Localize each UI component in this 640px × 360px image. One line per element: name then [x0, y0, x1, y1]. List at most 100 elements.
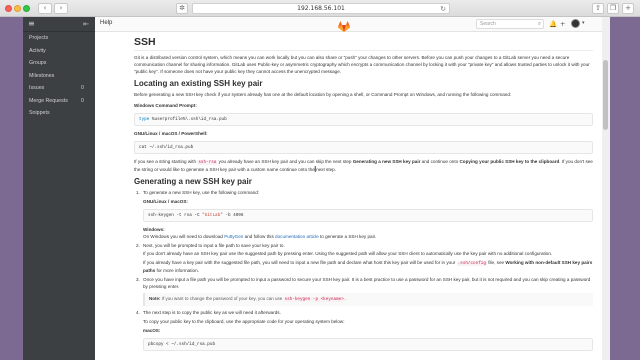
- note-callout: Note: If you want to change the password…: [143, 293, 593, 307]
- sidebar-item-groups[interactable]: Groups: [23, 57, 95, 70]
- address-bar[interactable]: 192.168.56.101 ↻: [192, 3, 450, 14]
- intro-paragraph: Git is a distributed version control sys…: [134, 55, 590, 74]
- text-run: On Windows you will need to download: [143, 233, 225, 239]
- sidebar-item-milestones[interactable]: Milestones: [23, 70, 95, 83]
- code-text: %userprofile%\.ssh\id_rsa.pub: [149, 116, 227, 122]
- sidebar-item-label: Snippets: [29, 110, 50, 116]
- text-run: If you want to change the password of yo…: [160, 296, 284, 302]
- windows-paragraph: On Windows you will need to download Put…: [143, 234, 593, 241]
- code-block-pbcopy[interactable]: pbcopy < ~/.ssh/id_rsa.pub: [143, 337, 593, 351]
- sidebar-item-merge-requests[interactable]: Merge Requests 0: [23, 95, 95, 108]
- code-block-windows[interactable]: type %userprofile%\.ssh\id_rsa.pub: [134, 112, 593, 126]
- back-icon[interactable]: ‹: [38, 3, 52, 14]
- steps-list: 1. To generate a new SSH key, use the fo…: [134, 190, 593, 351]
- code-text: -b 4096: [222, 212, 244, 218]
- code-string: "GitLab": [202, 212, 223, 218]
- windows-prompt-label: Windows Command Prompt:: [134, 103, 197, 109]
- sidebar-item-activity[interactable]: Activity: [23, 45, 95, 58]
- list-item: 1. To generate a new SSH key, use the fo…: [136, 190, 593, 241]
- issues-count-badge: 0: [81, 85, 84, 91]
- step-text: To generate a new SSH key, use the follo…: [143, 190, 260, 196]
- macos-label: macOS:: [143, 327, 161, 333]
- chevron-down-icon[interactable]: ▾: [582, 20, 585, 26]
- sidebar-item-label: Activity: [29, 47, 46, 54]
- step-text: The next step is to copy the public key …: [143, 310, 281, 316]
- url-text: 192.168.56.101: [297, 5, 345, 12]
- ssh-rsa-paragraph: If you see a string starting with ssh-rs…: [134, 159, 593, 174]
- note-label: Note:: [149, 296, 161, 302]
- scrollbar-thumb[interactable]: [603, 60, 608, 130]
- collapse-sidebar-icon[interactable]: ⇤: [83, 20, 89, 28]
- list-item: 3. Once you have input a file path you w…: [136, 276, 593, 307]
- documentation-article-link[interactable]: documentation article: [275, 234, 319, 239]
- code-block-keygen[interactable]: ssh-keygen -t rsa -C "GitLab" -b 4096: [143, 208, 593, 222]
- sidebar-item-label: Groups: [29, 60, 47, 66]
- search-input[interactable]: Search ⌕: [476, 19, 544, 29]
- puttygen-link[interactable]: PuttyGen: [224, 234, 243, 239]
- search-placeholder: Search: [480, 21, 496, 27]
- step-number: 2.: [136, 242, 140, 248]
- step2-paragraph: If you don't already have an SSH key pai…: [143, 251, 553, 257]
- sidebar-item-label: Merge Requests: [29, 97, 68, 104]
- code-text: ssh-keygen -t rsa -C: [148, 212, 203, 218]
- sidebar-item-snippets[interactable]: Snippets: [23, 107, 95, 120]
- gnu-label: GNU/Linux / macOS / PowerShell:: [134, 130, 208, 136]
- step-text: Once you have input a file path you will…: [143, 276, 591, 289]
- avatar[interactable]: [571, 19, 580, 28]
- forward-icon[interactable]: ›: [54, 3, 68, 14]
- new-tab-icon[interactable]: +: [622, 3, 634, 14]
- gnu-macos-label: GNU/Linux / macOS:: [143, 199, 188, 205]
- help-content: SSH Git is a distributed version control…: [95, 32, 602, 360]
- list-item: 2. Next, you will be prompted to input a…: [136, 242, 593, 275]
- reload-icon[interactable]: ↻: [440, 4, 446, 14]
- settings-icon[interactable]: ✲: [176, 3, 188, 14]
- bold-text: Generating a new SSH key pair: [352, 158, 421, 164]
- text-run: If you see a string starting with: [134, 158, 198, 164]
- text-run: you already have an SSH key pair and you…: [217, 158, 353, 164]
- code-keyword: type: [139, 116, 150, 122]
- step-number: 1.: [136, 190, 140, 196]
- text-run: If you already have a key pair with the …: [143, 260, 457, 266]
- merge-requests-count-badge: 0: [81, 97, 84, 104]
- hamburger-menu-icon[interactable]: ≡: [28, 19, 35, 28]
- sidebar: ≡ ⇤ Projects Activity Groups Milestones …: [23, 17, 95, 360]
- step-text: Next, you will be prompted to input a fi…: [143, 242, 285, 248]
- page-title: Help: [100, 20, 113, 26]
- inline-code: ssh-rsa: [197, 159, 218, 165]
- maximize-window-button[interactable]: [23, 5, 30, 12]
- windows-label: Windows:: [143, 226, 165, 232]
- top-header: Help Search ⌕ 🔔 + ▾: [95, 17, 602, 32]
- browser-titlebar: ‹ › ✲ 192.168.56.101 ↻ ⇧ ❐ +: [0, 0, 640, 17]
- tabs-icon[interactable]: ❐: [607, 3, 619, 14]
- code-block-gnu[interactable]: cat ~/.ssh/id_rsa.pub: [134, 140, 593, 154]
- inline-code: ssh-keygen -p <keyname>: [283, 297, 345, 303]
- text-run: file, see: [486, 260, 506, 266]
- text-run: and follow this: [243, 233, 276, 239]
- text-run: and continue onto: [420, 158, 460, 164]
- text-run: .: [344, 296, 347, 302]
- sidebar-item-issues[interactable]: Issues 0: [23, 82, 95, 95]
- step-number: 3.: [136, 276, 140, 282]
- text-run: to generate a SSH key pair.: [318, 233, 377, 239]
- generate-heading: Generating a new SSH key pair: [134, 177, 252, 187]
- code-text: cat ~/.ssh/id_rsa.pub: [139, 144, 194, 150]
- sidebar-item-label: Projects: [29, 35, 49, 41]
- search-icon: ⌕: [537, 21, 541, 27]
- sidebar-item-projects[interactable]: Projects: [23, 32, 95, 45]
- share-icon[interactable]: ⇧: [592, 3, 604, 14]
- sidebar-item-label: Issues: [29, 85, 45, 91]
- step2-paragraph: If you already have a key pair with the …: [143, 260, 593, 275]
- sidebar-header: ≡ ⇤: [23, 17, 95, 32]
- step4-paragraph: To copy your public key to the clipboard…: [143, 319, 345, 325]
- locate-paragraph: Before generating a new SSH key check if…: [134, 92, 512, 98]
- sidebar-item-label: Milestones: [29, 72, 55, 79]
- minimize-window-button[interactable]: [14, 5, 21, 12]
- bold-text: Copying your public SSH key to the clipb…: [459, 158, 560, 164]
- notifications-icon[interactable]: 🔔: [549, 20, 557, 28]
- code-text: pbcopy < ~/.ssh/id_rsa.pub: [148, 341, 216, 347]
- doc-title: SSH: [134, 36, 593, 51]
- add-icon[interactable]: +: [560, 20, 565, 28]
- inline-code: .ssh/config: [456, 261, 487, 267]
- close-window-button[interactable]: [5, 5, 12, 12]
- text-cursor-icon: I: [314, 165, 317, 174]
